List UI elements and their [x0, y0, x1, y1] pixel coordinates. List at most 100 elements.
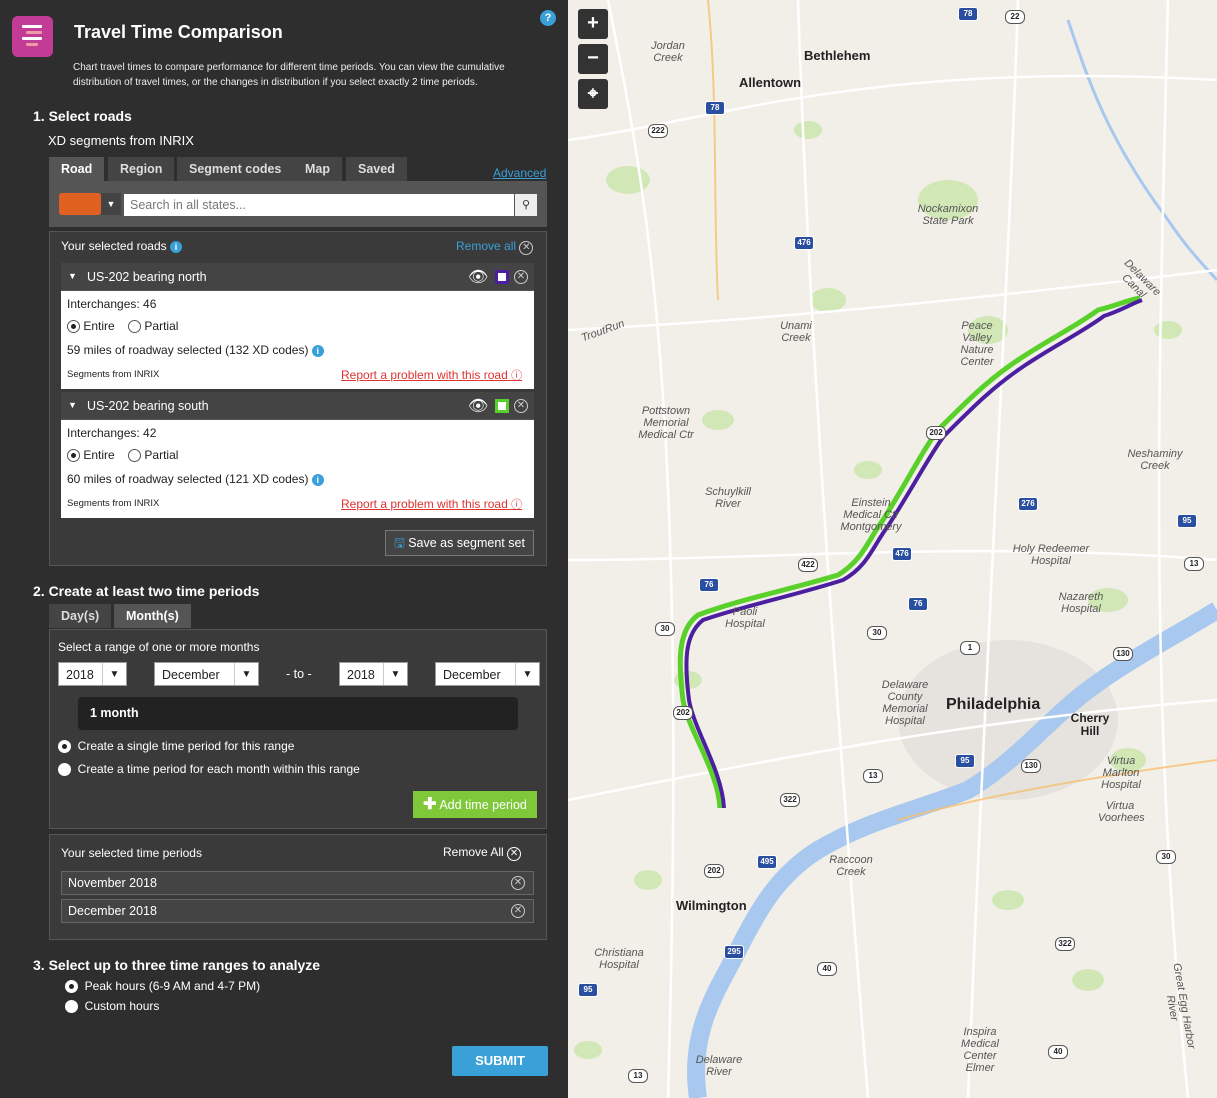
route-shield: 30 — [655, 622, 675, 636]
interstate-shield: 276 — [1018, 497, 1038, 511]
remove-all-roads-button[interactable]: Remove all ✕ — [456, 239, 534, 255]
remove-road-icon[interactable]: ✕ — [514, 399, 528, 413]
eye-icon[interactable]: 👁 — [468, 267, 488, 287]
tab-road[interactable]: Road — [49, 157, 105, 181]
city-label: Cherry Hill — [1070, 711, 1110, 738]
zoom-out-button[interactable]: − — [578, 44, 608, 74]
tab-region[interactable]: Region — [108, 157, 175, 181]
to-month-select[interactable]: December ▼ — [435, 662, 540, 686]
from-year-select[interactable]: 2018 ▼ — [58, 662, 127, 686]
route-shield: 13 — [628, 1069, 648, 1083]
custom-hours-option[interactable]: Custom hours — [65, 999, 159, 1014]
search-input[interactable]: Search in all states... — [124, 194, 514, 216]
interstate-shield: 476 — [794, 236, 814, 250]
route-shield: 222 — [648, 124, 668, 138]
place-label: Delaware River — [695, 1054, 743, 1078]
step2-heading: 2. Create at least two time periods — [33, 583, 260, 599]
chevron-down-icon: ▼ — [515, 663, 539, 685]
remove-road-icon[interactable]: ✕ — [514, 270, 528, 284]
partial-radio[interactable] — [128, 449, 142, 463]
map-view[interactable]: + − ⌖ Bethlehem Allentown Philadelphia W… — [568, 0, 1217, 1098]
zoom-in-button[interactable]: + — [578, 9, 608, 39]
single-period-option[interactable]: Create a single time period for this ran… — [58, 739, 294, 754]
state-selector-button[interactable] — [59, 193, 101, 215]
collapse-icon: ▼ — [68, 400, 77, 410]
place-label: Nockamixon State Park — [917, 203, 979, 227]
city-label: Wilmington — [676, 898, 747, 913]
color-swatch-icon[interactable] — [495, 399, 509, 413]
route-shield: 30 — [1156, 850, 1176, 864]
place-label: Delaware County Memorial Hospital — [881, 679, 929, 727]
place-label: Unami Creek — [780, 320, 812, 344]
place-label: Virtua Marlton Hospital — [1101, 755, 1141, 791]
chevron-down-icon: ▼ — [383, 663, 407, 685]
place-label: Holy Redeemer Hospital — [1012, 543, 1090, 567]
from-month-select[interactable]: December ▼ — [154, 662, 259, 686]
help-icon[interactable]: ? — [540, 10, 556, 26]
interstate-shield: 95 — [578, 983, 598, 997]
route-shield: 13 — [1184, 557, 1204, 571]
each-month-option[interactable]: Create a time period for each month with… — [58, 762, 360, 777]
peak-hours-option[interactable]: Peak hours (6-9 AM and 4-7 PM) — [65, 979, 260, 994]
remove-all-periods-button[interactable]: Remove All ✕ — [443, 845, 522, 861]
interstate-shield: 495 — [757, 855, 777, 869]
route-shield: 30 — [867, 626, 887, 640]
place-label: Raccoon Creek — [829, 854, 873, 878]
interstate-shield: 76 — [908, 597, 928, 611]
remove-period-icon[interactable]: ✕ — [511, 876, 525, 890]
interstate-shield: 78 — [705, 101, 725, 115]
entire-radio[interactable] — [67, 320, 80, 334]
route-shield: 130 — [1113, 647, 1133, 661]
step1-heading: 1. Select roads — [33, 108, 132, 124]
segment-source: XD segments from INRIX — [48, 133, 194, 148]
city-label: Allentown — [739, 75, 802, 90]
place-label: Peace Valley Nature Center — [960, 320, 994, 368]
submit-button[interactable]: SUBMIT — [452, 1046, 548, 1076]
period-item: November 2018 ✕ — [61, 871, 534, 895]
chevron-down-icon: ▼ — [102, 663, 126, 685]
report-problem-link[interactable]: Report a problem with this road ⓘ — [341, 496, 522, 512]
plus-icon: ✚ — [423, 796, 437, 813]
selected-periods-label: Your selected time periods — [61, 846, 202, 860]
place-label: Nazareth Hospital — [1058, 591, 1104, 615]
place-label: Einstein Medical Ctr Montgomery — [840, 497, 902, 533]
place-label: Paoli Hospital — [725, 606, 765, 630]
place-label: Jordan Creek — [651, 40, 685, 64]
tab-months[interactable]: Month(s) — [114, 604, 191, 628]
route-shield: 202 — [704, 864, 724, 878]
eye-icon[interactable]: 👁 — [468, 396, 488, 416]
report-problem-link[interactable]: Report a problem with this road ⓘ — [341, 367, 522, 383]
road-header-north[interactable]: ▼ US-202 bearing north 👁 ✕ — [61, 263, 534, 291]
to-year-select[interactable]: 2018 ▼ — [339, 662, 408, 686]
remove-period-icon[interactable]: ✕ — [511, 904, 525, 918]
color-swatch-icon[interactable] — [495, 270, 509, 284]
tab-segment-codes[interactable]: Segment codes — [177, 157, 294, 181]
duration-display: 1 month — [78, 697, 518, 730]
road-header-south[interactable]: ▼ US-202 bearing south 👁 ✕ — [61, 392, 534, 420]
place-label: Pottstown Memorial Medical Ctr — [638, 405, 694, 441]
partial-radio[interactable] — [128, 320, 142, 334]
interstate-shield: 476 — [892, 547, 912, 561]
tab-saved[interactable]: Saved — [346, 157, 407, 181]
add-time-period-button[interactable]: ✚ Add time period — [413, 791, 537, 818]
chevron-down-icon[interactable]: ▼ — [101, 193, 121, 215]
tab-map[interactable]: Map — [293, 157, 342, 181]
advanced-link[interactable]: Advanced — [493, 166, 546, 180]
to-label: - to - — [286, 667, 312, 681]
place-label: Schuylkill River — [705, 486, 751, 510]
selected-roads-label: Your selected roads i — [61, 239, 182, 253]
road-name: US-202 bearing south — [87, 399, 209, 413]
interstate-shield: 95 — [955, 754, 975, 768]
tab-days[interactable]: Day(s) — [49, 604, 112, 628]
chevron-down-icon: ▼ — [234, 663, 258, 685]
save-segment-set-button[interactable]: 🖫 Save as segment set — [385, 530, 534, 556]
step3-heading: 3. Select up to three time ranges to ana… — [33, 957, 321, 973]
road-name: US-202 bearing north — [87, 270, 207, 284]
place-label: Inspira Medical Center Elmer — [961, 1026, 999, 1074]
route-shield: 130 — [1021, 759, 1041, 773]
locate-icon[interactable]: ⌖ — [578, 79, 608, 109]
page-description: Chart travel times to compare performanc… — [73, 62, 505, 88]
entire-radio[interactable] — [67, 449, 80, 463]
close-icon: ✕ — [519, 241, 534, 255]
search-icon[interactable]: ⚲ — [515, 194, 537, 216]
